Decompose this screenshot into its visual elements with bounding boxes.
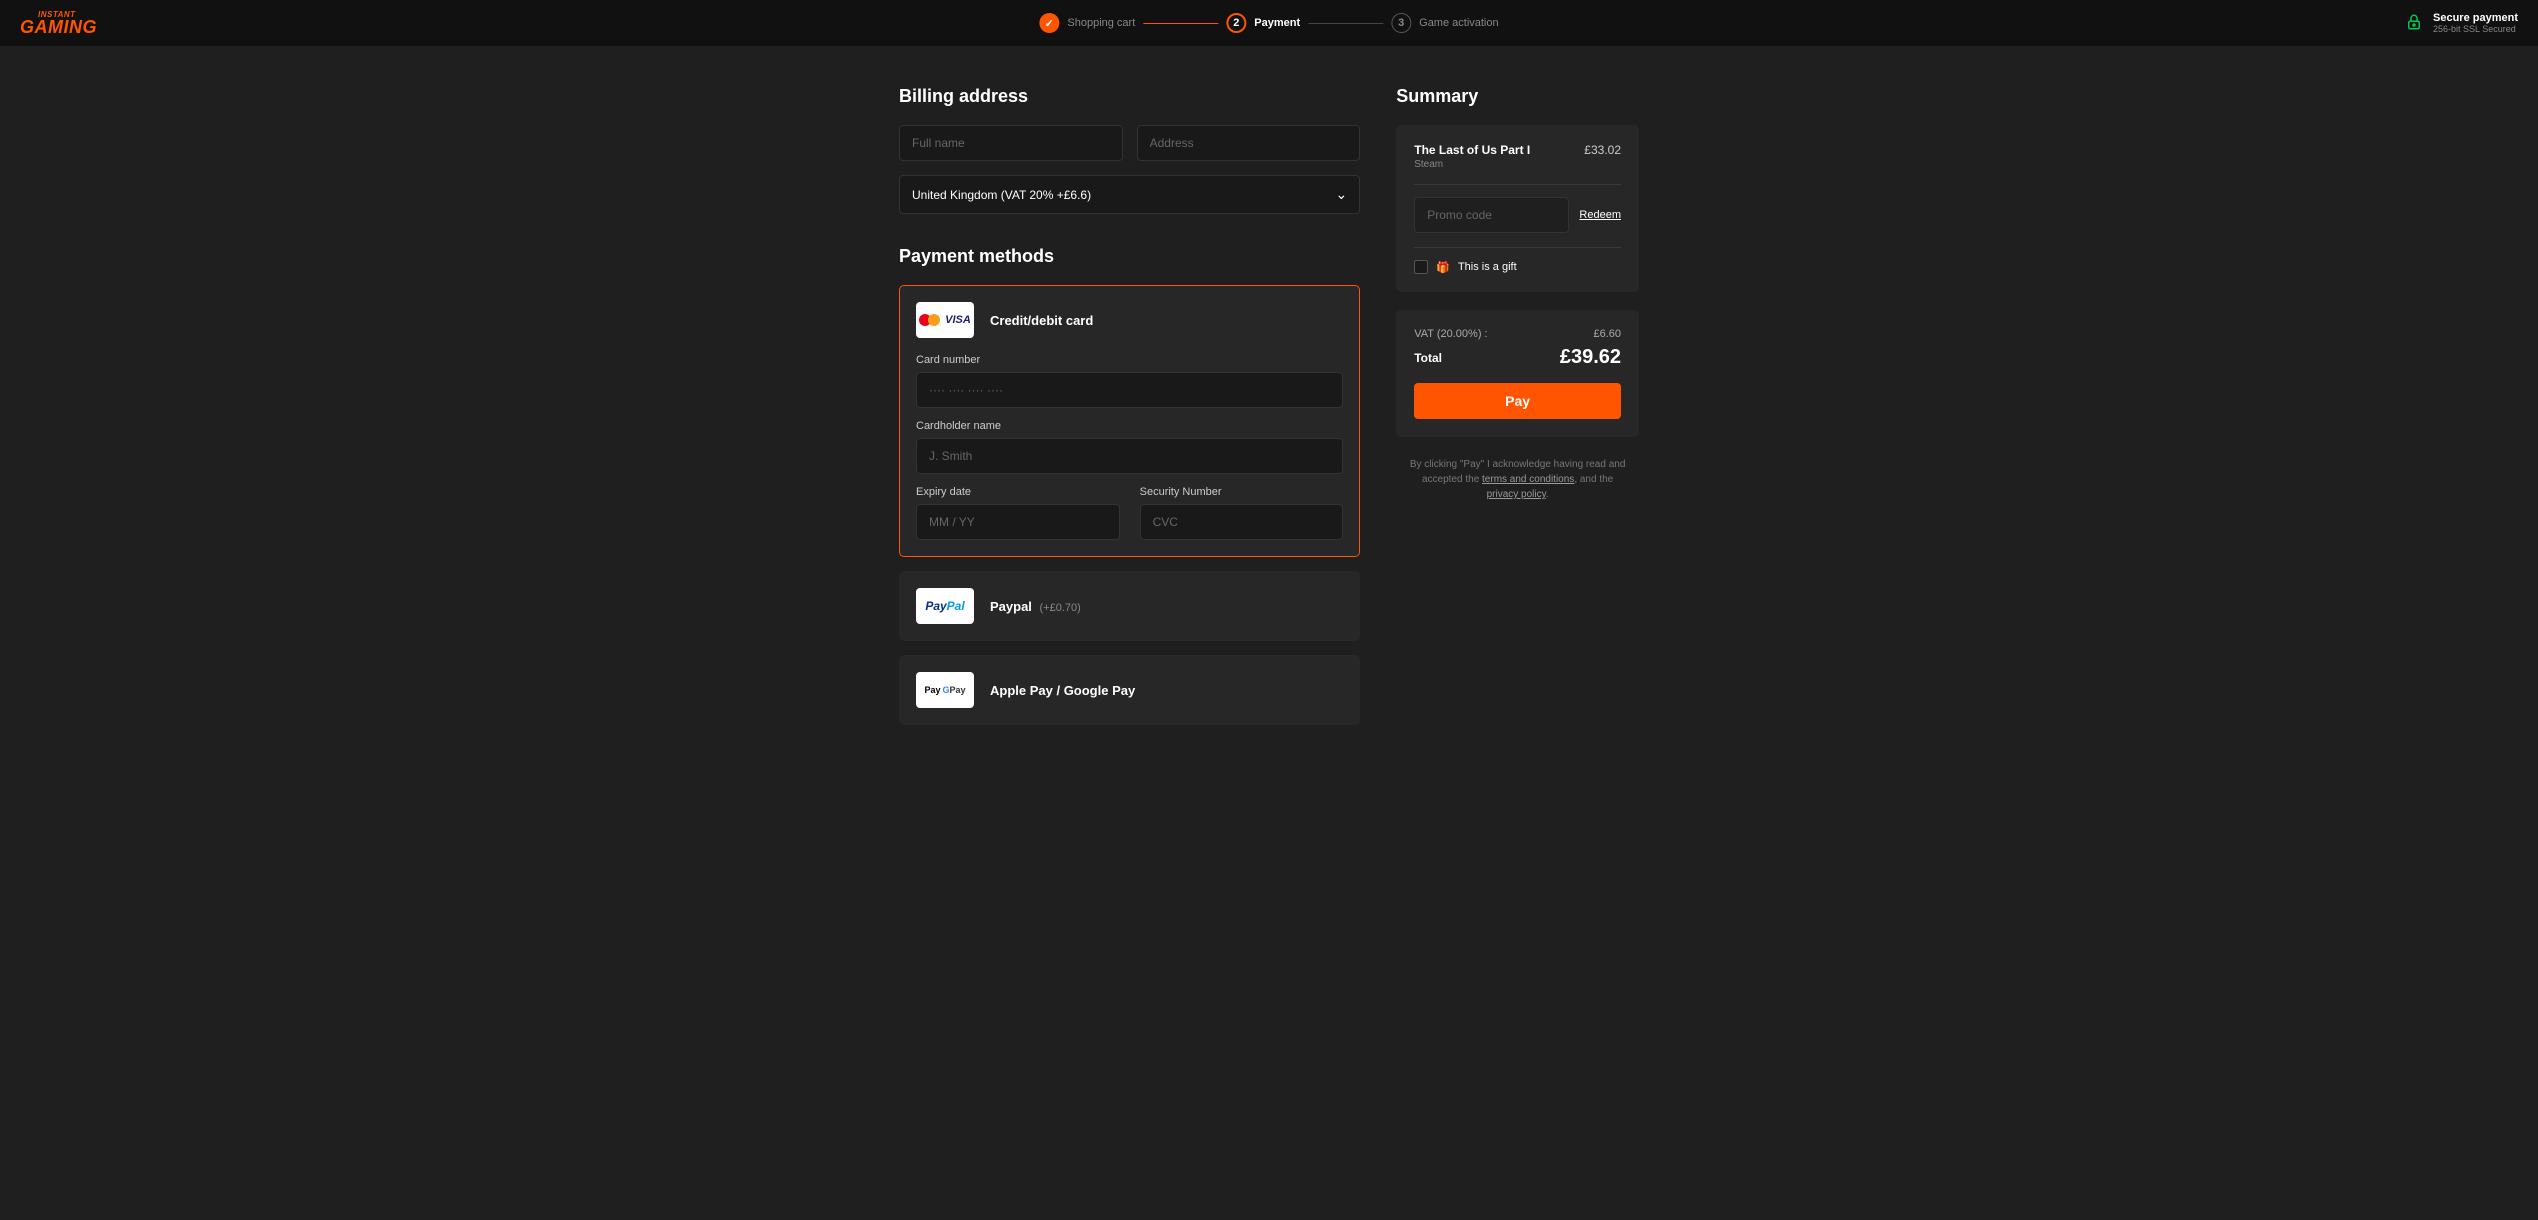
product-price: £33.02 (1584, 143, 1621, 157)
step-payment[interactable]: 2 Payment (1226, 13, 1300, 33)
secure-title: Secure payment (2433, 12, 2518, 24)
step-activation: 3 Game activation (1391, 13, 1498, 33)
check-icon (1039, 13, 1059, 33)
totals-card: VAT (20.00%) : £6.60 Total £39.62 Pay (1396, 310, 1639, 437)
product-name: The Last of Us Part I (1414, 143, 1530, 157)
summary-product-row: The Last of Us Part I Steam £33.02 (1414, 143, 1621, 185)
secure-sub: 256-bit SSL Secured (2433, 24, 2518, 34)
step-payment-label: Payment (1254, 17, 1300, 29)
lock-icon (2405, 13, 2423, 34)
summary-heading: Summary (1396, 86, 1639, 107)
card-number-input[interactable] (916, 372, 1343, 408)
cvc-label: Security Number (1140, 486, 1344, 498)
billing-heading: Billing address (899, 86, 1360, 107)
legal-text: By clicking "Pay" I acknowledge having r… (1396, 457, 1639, 502)
step-number: 3 (1391, 13, 1411, 33)
total-value: £39.62 (1560, 346, 1621, 369)
vat-label: VAT (20.00%) : (1414, 328, 1487, 340)
country-select[interactable]: United Kingdom (VAT 20% +£6.6) ⌄ (899, 175, 1360, 214)
redeem-link[interactable]: Redeem (1579, 209, 1621, 221)
step-line (1143, 23, 1218, 24)
summary-card: The Last of Us Part I Steam £33.02 Redee… (1396, 125, 1639, 292)
card-number-label: Card number (916, 354, 1343, 366)
payment-method-card[interactable]: VISA Credit/debit card Card number Cardh… (899, 285, 1360, 557)
step-cart[interactable]: Shopping cart (1039, 13, 1135, 33)
expiry-input[interactable] (916, 504, 1120, 540)
step-cart-label: Shopping cart (1067, 17, 1135, 29)
pay-button[interactable]: Pay (1414, 383, 1621, 419)
brand-bottom: GAMING (20, 19, 97, 35)
checkout-stepper: Shopping cart 2 Payment 3 Game activatio… (1039, 13, 1498, 33)
chevron-down-icon: ⌄ (1336, 186, 1348, 203)
paypal-title: Paypal (990, 599, 1032, 614)
product-platform: Steam (1414, 159, 1530, 170)
wallet-title: Apple Pay / Google Pay (990, 683, 1135, 698)
terms-link[interactable]: terms and conditions (1482, 474, 1574, 485)
cardholder-input[interactable] (916, 438, 1343, 474)
privacy-link[interactable]: privacy policy (1487, 489, 1546, 500)
secure-badge: Secure payment 256-bit SSL Secured (2405, 12, 2518, 34)
full-name-input[interactable] (899, 125, 1123, 161)
step-activation-label: Game activation (1419, 17, 1498, 29)
gift-label: This is a gift (1458, 261, 1517, 273)
expiry-label: Expiry date (916, 486, 1120, 498)
gift-checkbox[interactable] (1414, 260, 1428, 274)
cardholder-label: Cardholder name (916, 420, 1343, 432)
payment-methods-heading: Payment methods (899, 246, 1360, 267)
address-input[interactable] (1137, 125, 1361, 161)
card-brands-icon: VISA (916, 302, 974, 338)
brand-logo[interactable]: INSTANT GAMING (20, 11, 97, 34)
promo-code-input[interactable] (1414, 197, 1569, 233)
payment-method-wallet[interactable]: Pay GPay Apple Pay / Google Pay (899, 655, 1360, 725)
paypal-icon: PayPal (916, 588, 974, 624)
step-line (1308, 23, 1383, 24)
step-number: 2 (1226, 13, 1246, 33)
apple-google-pay-icon: Pay GPay (916, 672, 974, 708)
total-label: Total (1414, 351, 1442, 365)
top-header: INSTANT GAMING Shopping cart 2 Payment 3… (0, 0, 2538, 46)
paypal-fee: (+£0.70) (1040, 602, 1081, 614)
payment-method-header[interactable]: VISA Credit/debit card (916, 302, 1343, 338)
payment-method-paypal[interactable]: PayPal Paypal (+£0.70) (899, 571, 1360, 641)
gift-icon: 🎁 (1436, 261, 1450, 274)
cvc-input[interactable] (1140, 504, 1344, 540)
payment-card-title: Credit/debit card (990, 313, 1093, 328)
vat-value: £6.60 (1593, 328, 1621, 340)
country-value: United Kingdom (VAT 20% +£6.6) (912, 188, 1091, 202)
